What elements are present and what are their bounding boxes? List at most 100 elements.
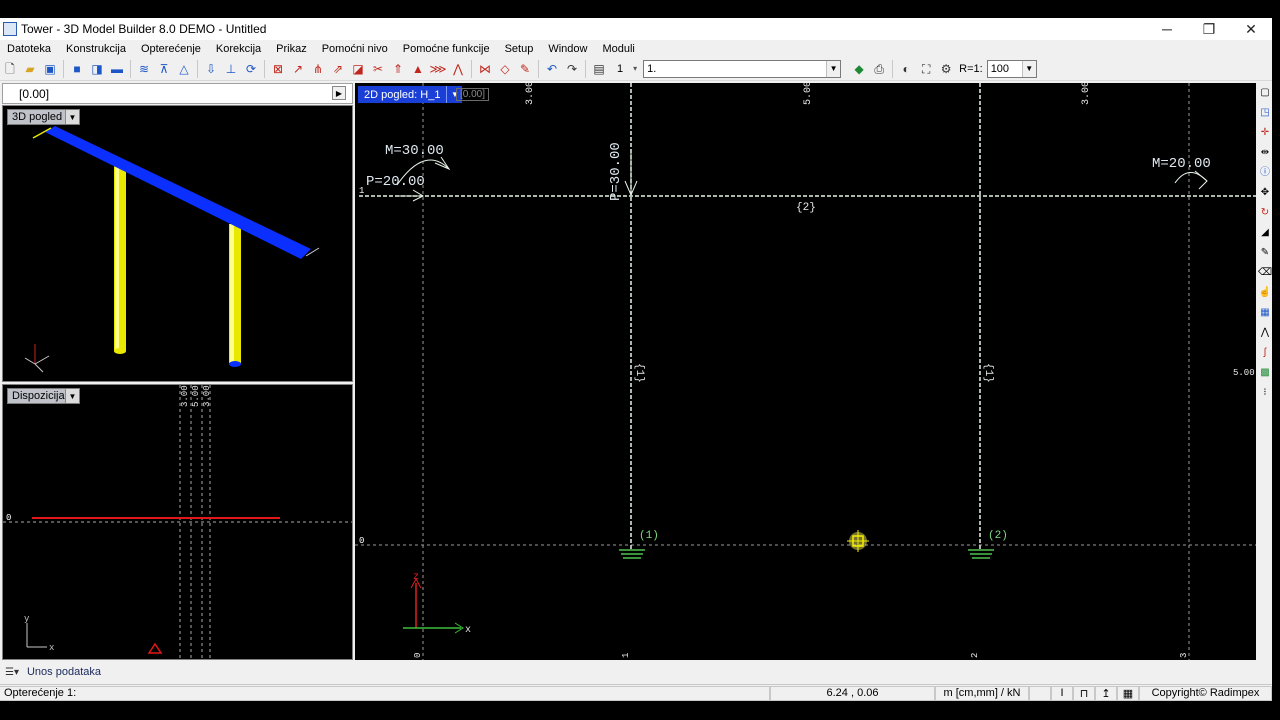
info-icon[interactable]: ⓘ <box>1260 163 1270 183</box>
new-file-icon[interactable]: 🗋 <box>0 59 20 79</box>
ratio-select[interactable]: 100 ▼ <box>986 59 1037 78</box>
split-icon[interactable]: ⋈ <box>475 59 495 79</box>
status-pin-icon[interactable]: ↥ <box>1095 685 1117 701</box>
node-tool-icon[interactable]: ■ <box>67 59 87 79</box>
frame-structure <box>359 83 1256 551</box>
zoom-window-icon[interactable]: ⛶ <box>916 59 936 79</box>
chevron-down-icon[interactable]: ▼ <box>1021 60 1036 77</box>
chevron-down-icon[interactable]: ▼ <box>65 110 79 124</box>
level-icon[interactable]: ⊥ <box>221 59 241 79</box>
section-icon[interactable]: ʃ <box>1264 343 1266 363</box>
menu-pomocne-funkcije[interactable]: Pomoćne funkcije <box>396 43 498 55</box>
color-icon[interactable]: ▩ <box>1260 363 1269 383</box>
view-3d-canvas <box>24 126 320 373</box>
scale-icon[interactable]: ◪ <box>348 59 368 79</box>
erase-tool-icon[interactable]: ⌫ <box>1258 263 1272 283</box>
brush-icon[interactable]: ✎ <box>515 59 535 79</box>
view-2d-canvas[interactable]: 3.00 5.00 3.00 5.00 1 0 M=30.00 P=20.00 … <box>355 83 1256 660</box>
menu-pomocni-nivo[interactable]: Pomoćni nivo <box>315 43 396 55</box>
frame-tool-icon[interactable]: ◨ <box>87 59 107 79</box>
toolbar-separator <box>892 59 894 78</box>
support-tool-icon[interactable]: △ <box>174 59 194 79</box>
join-icon[interactable]: ⋀ <box>448 59 468 79</box>
left-moment-label: M=30.00 <box>385 143 444 159</box>
chevron-down-icon[interactable]: ▼ <box>65 389 79 403</box>
slab-tool-icon[interactable]: ⊼ <box>154 59 174 79</box>
status-ortho-icon[interactable]: I <box>1051 685 1073 701</box>
window-controls: ─ ❐ ✕ <box>1146 21 1272 38</box>
crosshair-cursor <box>847 530 869 552</box>
contrast-icon[interactable]: ◐ <box>896 59 916 79</box>
load-case-down-icon[interactable]: ▾ <box>633 64 637 73</box>
beam-tool-icon[interactable]: ▬ <box>107 59 127 79</box>
status-hatch-icon[interactable]: ▦ <box>1117 685 1139 701</box>
redo-icon[interactable]: ↷ <box>562 59 582 79</box>
load-case-select[interactable]: 1. ▼ <box>643 59 842 78</box>
support-label-2: (2) <box>988 530 1008 542</box>
bottom-axis-2: 2 <box>970 653 980 658</box>
array-icon[interactable]: ▲ <box>408 59 428 79</box>
rotate-icon[interactable]: ⟳ <box>241 59 261 79</box>
view-3d-panel[interactable]: 3D pogled ▼ <box>2 105 353 382</box>
save-icon[interactable]: ▣ <box>40 59 60 79</box>
cut-icon[interactable]: ✂ <box>368 59 388 79</box>
render-icon[interactable]: ⚙ <box>936 59 956 79</box>
delete-icon[interactable]: ⊠ <box>268 59 288 79</box>
hand-icon[interactable]: ☝ <box>1259 283 1271 303</box>
menu-list-icon[interactable]: ☰▾ <box>5 667 19 678</box>
menu-setup[interactable]: Setup <box>498 43 542 55</box>
bottom-axis-0: 0 <box>413 653 423 658</box>
play-icon[interactable]: ▶ <box>332 86 346 100</box>
pen-icon[interactable]: ✎ <box>1261 243 1269 263</box>
menu-moduli[interactable]: Moduli <box>595 43 642 55</box>
toolbar-separator <box>471 59 472 78</box>
layout-panel[interactable]: 3.00 5.00 3.00 0 x y Dispozicija ▼ <box>2 384 353 660</box>
toolbar-separator <box>197 59 198 78</box>
frame-icon[interactable]: ▢ <box>1260 83 1269 103</box>
move-icon[interactable]: ↗ <box>288 59 308 79</box>
stretch-icon[interactable]: ⇑ <box>388 59 408 79</box>
screen-top-strip <box>0 0 1280 18</box>
dimension-icon[interactable]: ⇹ <box>1261 143 1269 163</box>
copy-icon[interactable]: ⇗ <box>328 59 348 79</box>
view-2d-dropdown[interactable]: 2D pogled: H_1 ▼ <box>358 86 463 103</box>
mirror-icon[interactable]: ⋔ <box>308 59 328 79</box>
view-3d-dropdown[interactable]: 3D pogled ▼ <box>7 109 80 125</box>
grid-icon[interactable]: ▦ <box>1260 303 1269 323</box>
zigzag-icon[interactable]: ⋀ <box>1261 323 1269 343</box>
select-icon[interactable]: ◳ <box>1260 103 1269 123</box>
support-left <box>619 549 645 559</box>
menu-korekcija[interactable]: Korekcija <box>209 43 269 55</box>
layout-dim-1: 3.00 <box>180 385 190 407</box>
status-snap-icon[interactable]: ⊓ <box>1073 685 1095 701</box>
chevron-down-icon[interactable]: ▼ <box>826 60 841 77</box>
wall-tool-icon[interactable]: ≋ <box>134 59 154 79</box>
open-folder-icon[interactable]: ▰ <box>20 59 40 79</box>
axis-triad-2d: x z <box>403 572 471 636</box>
app-window: Tower - 3D Model Builder 8.0 DEMO - Unti… <box>0 0 1280 720</box>
rotate-view-icon[interactable]: ↻ <box>1261 203 1269 223</box>
menu-window[interactable]: Window <box>541 43 595 55</box>
snap-icon[interactable]: ◢ <box>1261 223 1269 243</box>
maximize-button[interactable]: ❐ <box>1188 21 1230 38</box>
toolbar-separator <box>585 59 586 78</box>
layout-dropdown[interactable]: Dispozicija ▼ <box>7 388 80 404</box>
import-icon[interactable]: ⇩ <box>201 59 221 79</box>
counter-icon[interactable]: ⁝ <box>1263 383 1266 403</box>
undo-icon[interactable]: ↶ <box>542 59 562 79</box>
menu-prikaz[interactable]: Prikaz <box>269 43 315 55</box>
multiply-icon[interactable]: ⋙ <box>428 59 448 79</box>
menu-datoteka[interactable]: Datoteka <box>0 43 59 55</box>
print-icon[interactable]: ⎙ <box>869 59 889 79</box>
menu-konstrukcija[interactable]: Konstrukcija <box>59 43 134 55</box>
close-button[interactable]: ✕ <box>1230 21 1272 38</box>
target-icon[interactable]: ✛ <box>1261 123 1269 143</box>
support-right <box>968 549 994 559</box>
pan-icon[interactable]: ✥ <box>1261 183 1269 203</box>
bottom-tab-label[interactable]: Unos podataka <box>27 666 101 678</box>
export-icon[interactable]: ◆ <box>849 59 869 79</box>
minimize-button[interactable]: ─ <box>1146 21 1188 38</box>
erase-icon[interactable]: ◇ <box>495 59 515 79</box>
menu-opterecenje[interactable]: Opterećenje <box>134 43 209 55</box>
load-table-icon[interactable]: ▤ <box>589 59 609 79</box>
